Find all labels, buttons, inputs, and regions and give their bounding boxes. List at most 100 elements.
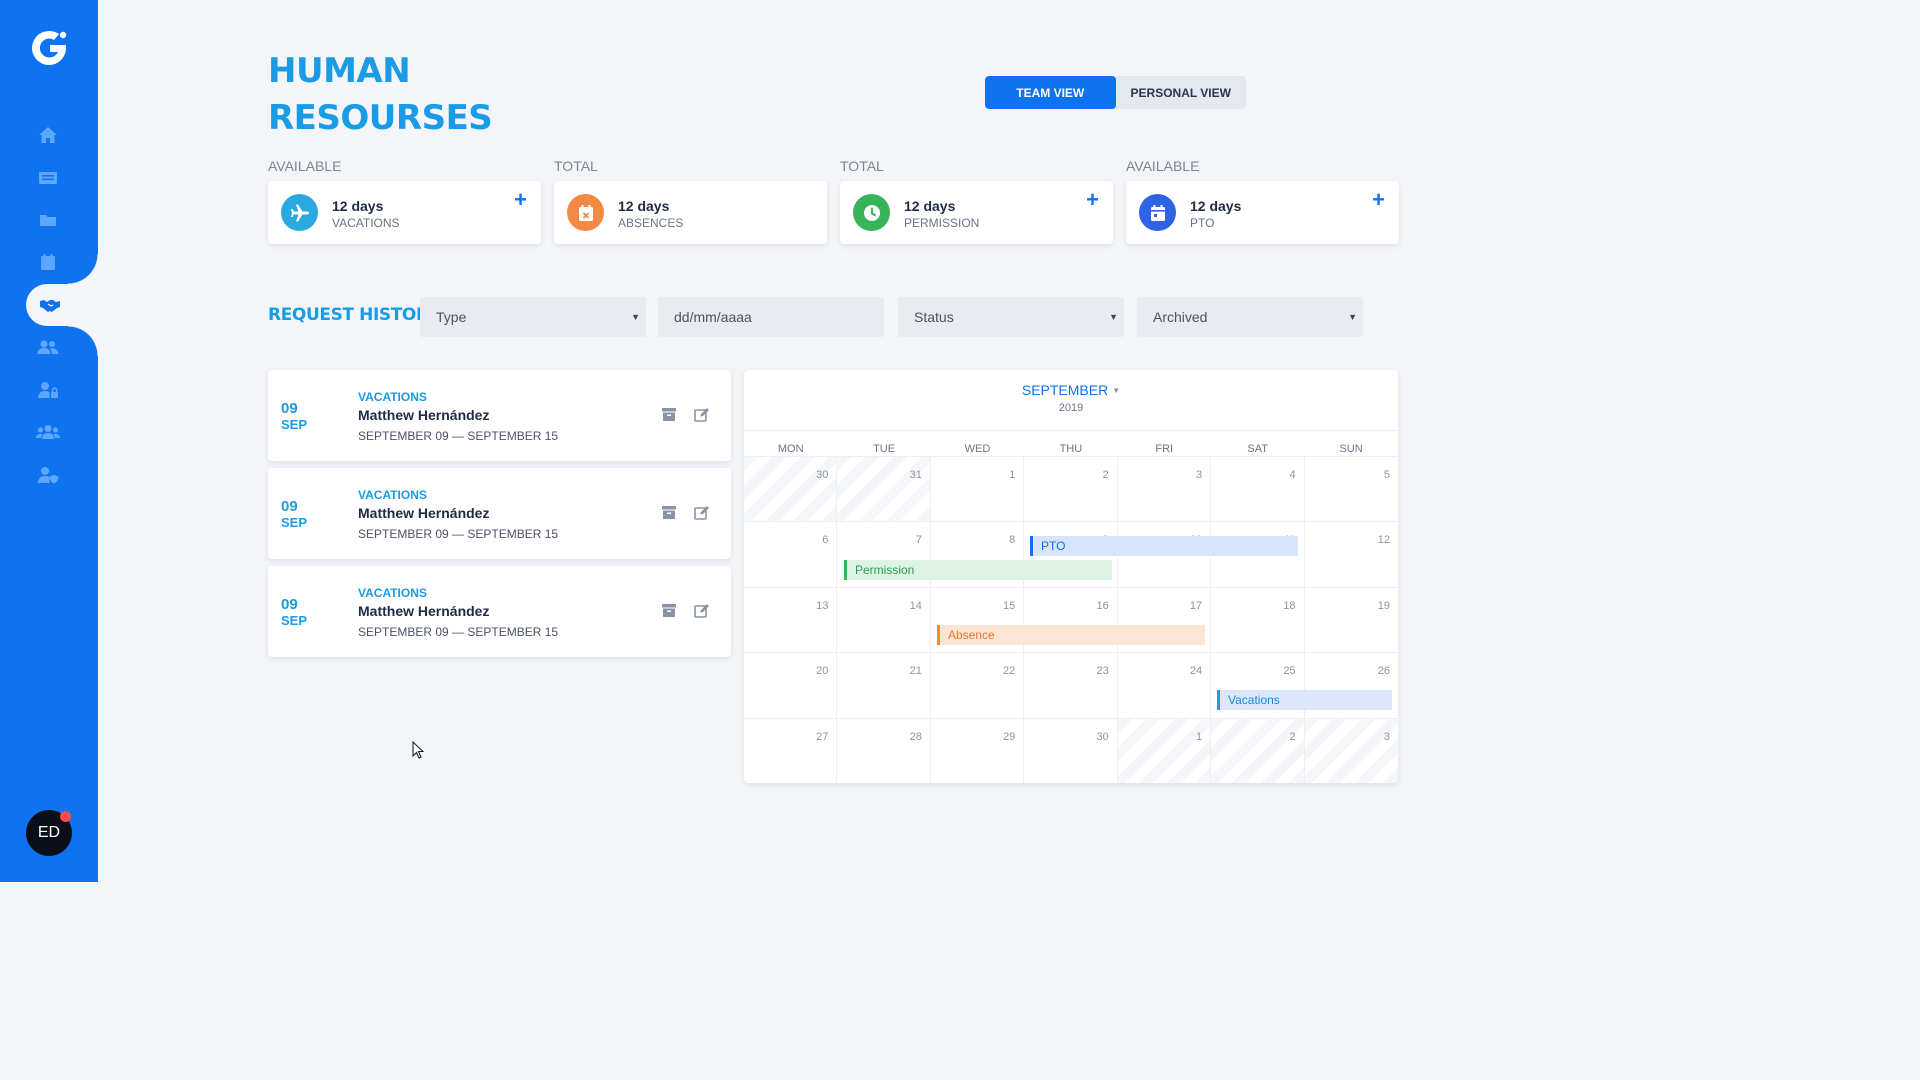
sidebar-item-list[interactable] [36, 168, 60, 188]
calendar-day-cell[interactable]: 20 [744, 652, 838, 718]
calendar-divider [744, 430, 1398, 431]
permission-summary-card: 12 days PERMISSION + [840, 181, 1113, 244]
calendar-day-cell[interactable]: 5 [1304, 456, 1398, 521]
card-label-permission: TOTAL [840, 158, 884, 174]
calendar-day-cell[interactable]: 19 [1304, 586, 1398, 652]
weekday-label: TUE [873, 443, 896, 455]
calendar-day-cell[interactable]: 23 [1024, 652, 1118, 718]
calendar-day-cell[interactable]: 13 [744, 586, 838, 653]
status-filter-select[interactable]: Status ▼ [898, 297, 1124, 337]
status-filter-value: Status [914, 309, 954, 325]
weekday-label: FRI [1155, 443, 1174, 455]
archive-icon[interactable] [662, 408, 676, 421]
calendar-day-cell[interactable]: 28 [837, 717, 931, 783]
calendar-day-cell[interactable]: 6 [744, 521, 838, 587]
home-icon [39, 127, 57, 143]
calendar-day-number: 13 [816, 599, 829, 612]
caret-down-icon: ▼ [1109, 312, 1118, 322]
mouse-cursor-icon [412, 741, 424, 759]
calendar-day-cell[interactable]: 21 [837, 652, 931, 718]
sidebar-item-user-lock[interactable] [36, 380, 60, 400]
calendar-day-cell[interactable]: 12 [1304, 521, 1398, 586]
request-type: VACATIONS [358, 488, 427, 502]
request-item[interactable]: 09 SEP VACATIONS Matthew Hernández SEPTE… [268, 468, 731, 559]
calendar-day-cell[interactable]: 31 [837, 456, 931, 522]
calendar-event-permission[interactable]: Permission [844, 560, 1112, 580]
sidebar-item-calendar[interactable] [36, 252, 60, 272]
absences-days: 12 days [618, 198, 670, 214]
calendar-icon [1139, 194, 1176, 231]
calendar-day-number: 20 [816, 665, 829, 678]
calendar-day-cell[interactable]: 1 [1117, 717, 1212, 783]
calendar-day-number: 22 [1003, 665, 1016, 678]
handshake-icon [40, 300, 60, 312]
calendar-day-cell[interactable]: 27 [744, 717, 838, 783]
sidebar-item-home[interactable] [36, 125, 60, 145]
calendar-day-cell[interactable]: 2 [1024, 456, 1118, 522]
card-label-pto: AVAILABLE [1126, 158, 1200, 174]
request-item[interactable]: 09 SEP VACATIONS Matthew Hernández SEPTE… [268, 370, 731, 461]
date-filter-placeholder: dd/mm/aaaa [674, 309, 752, 325]
edit-icon[interactable] [694, 505, 710, 520]
calendar-day-cell[interactable]: 22 [930, 652, 1025, 718]
request-month: SEP [281, 417, 308, 432]
calendar-event-vacations[interactable]: Vacations [1217, 690, 1392, 710]
pto-summary-card: 12 days PTO + [1126, 181, 1399, 244]
calendar-day-cell[interactable]: 3 [1304, 717, 1398, 783]
calendar-day-cell[interactable]: 14 [837, 586, 931, 653]
request-month: SEP [281, 515, 308, 530]
app-logo[interactable] [28, 27, 70, 69]
date-filter-input[interactable]: dd/mm/aaaa [658, 297, 884, 337]
sidebar-item-folder[interactable] [36, 210, 60, 230]
calendar-day-number: 31 [909, 469, 922, 481]
request-employee-name: Matthew Hernández [358, 407, 490, 423]
calendar-day-cell[interactable]: 29 [930, 717, 1025, 783]
sidebar-item-user-shield[interactable] [36, 465, 60, 485]
request-item[interactable]: 09 SEP VACATIONS Matthew Hernández SEPTE… [268, 566, 731, 657]
calendar-day-number: 2 [1102, 469, 1109, 481]
calendar-x-icon [567, 194, 604, 231]
calendar-day-number: 7 [915, 534, 922, 547]
archive-icon[interactable] [662, 604, 676, 617]
calendar: SEPTEMBER ▼ 2019 MON TUE WED THU FRI SAT … [744, 370, 1398, 783]
avatar-initials: ED [37, 824, 61, 841]
calendar-day-cell[interactable]: 24 [1117, 652, 1212, 718]
calendar-day-number: 19 [1377, 599, 1390, 612]
request-day: 09 [281, 498, 298, 515]
edit-icon[interactable] [694, 603, 710, 618]
calendar-day-cell[interactable]: 3 [1117, 456, 1212, 522]
add-vacations-button[interactable]: + [514, 189, 527, 211]
add-permission-button[interactable]: + [1086, 189, 1099, 211]
calendar-day-number: 18 [1283, 599, 1296, 612]
vacations-days: 12 days [332, 198, 384, 214]
calendar-day-number: 4 [1289, 469, 1296, 481]
notification-dot [60, 811, 71, 822]
sidebar-item-human-resources[interactable] [38, 295, 62, 315]
absences-type: ABSENCES [618, 216, 684, 230]
calendar-day-cell[interactable]: 4 [1211, 456, 1305, 522]
request-date-range: SEPTEMBER 09 — SEPTEMBER 15 [358, 527, 559, 541]
sidebar-item-users[interactable] [36, 337, 60, 357]
calendar-day-cell[interactable]: 18 [1211, 586, 1305, 653]
personal-view-button[interactable]: PERSONAL VIEW [1116, 76, 1247, 109]
calendar-day-cell[interactable]: 30 [744, 456, 838, 522]
sidebar-item-group[interactable] [36, 422, 60, 442]
calendar-month-selector[interactable]: SEPTEMBER ▼ [744, 382, 1398, 398]
team-view-button[interactable]: TEAM VIEW [985, 76, 1116, 109]
calendar-event-absence[interactable]: Absence [937, 625, 1205, 645]
archive-icon[interactable] [662, 506, 676, 519]
calendar-event-pto[interactable]: PTO [1030, 536, 1298, 556]
vacations-type: VACATIONS [332, 216, 400, 230]
group-icon [36, 425, 60, 439]
vacations-summary-card: 12 days VACATIONS + [268, 181, 541, 244]
request-date-range: SEPTEMBER 09 — SEPTEMBER 15 [358, 429, 559, 443]
type-filter-select[interactable]: Type ▼ [420, 297, 646, 337]
edit-icon[interactable] [694, 407, 710, 422]
calendar-day-cell[interactable]: 2 [1211, 717, 1305, 783]
archived-filter-select[interactable]: Archived ▼ [1137, 297, 1363, 337]
card-label-vacations: AVAILABLE [268, 158, 342, 174]
add-pto-button[interactable]: + [1372, 189, 1385, 211]
calendar-day-number: 27 [816, 730, 829, 743]
calendar-day-cell[interactable]: 30 [1024, 717, 1118, 783]
calendar-day-cell[interactable]: 1 [930, 456, 1025, 522]
